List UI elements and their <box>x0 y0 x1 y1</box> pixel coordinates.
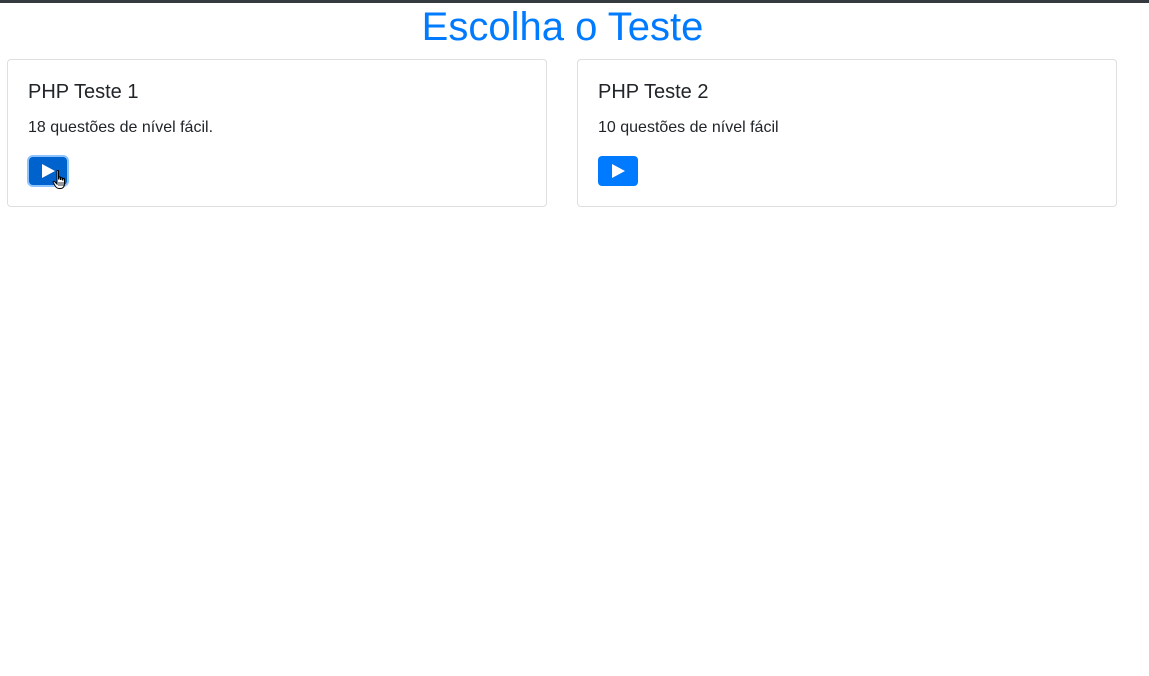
play-icon <box>610 163 626 179</box>
start-test-1-button[interactable] <box>29 157 67 185</box>
play-icon <box>40 163 56 179</box>
test-card-description: 18 questões de nível fácil. <box>28 119 214 136</box>
test-card-1: PHP Teste 1 18 questões de nível fácil. <box>7 59 547 207</box>
test-cards-row: PHP Teste 1 18 questões de nível fácil. … <box>7 59 1117 207</box>
test-card-description: 10 questões de nível fácil <box>598 119 779 136</box>
test-card-title: PHP Teste 2 <box>598 81 709 103</box>
test-card-2: PHP Teste 2 10 questões de nível fácil <box>577 59 1117 207</box>
test-card-title: PHP Teste 1 <box>28 81 139 103</box>
page-title: Escolha o Teste <box>421 5 704 49</box>
start-test-2-button[interactable] <box>598 156 638 186</box>
